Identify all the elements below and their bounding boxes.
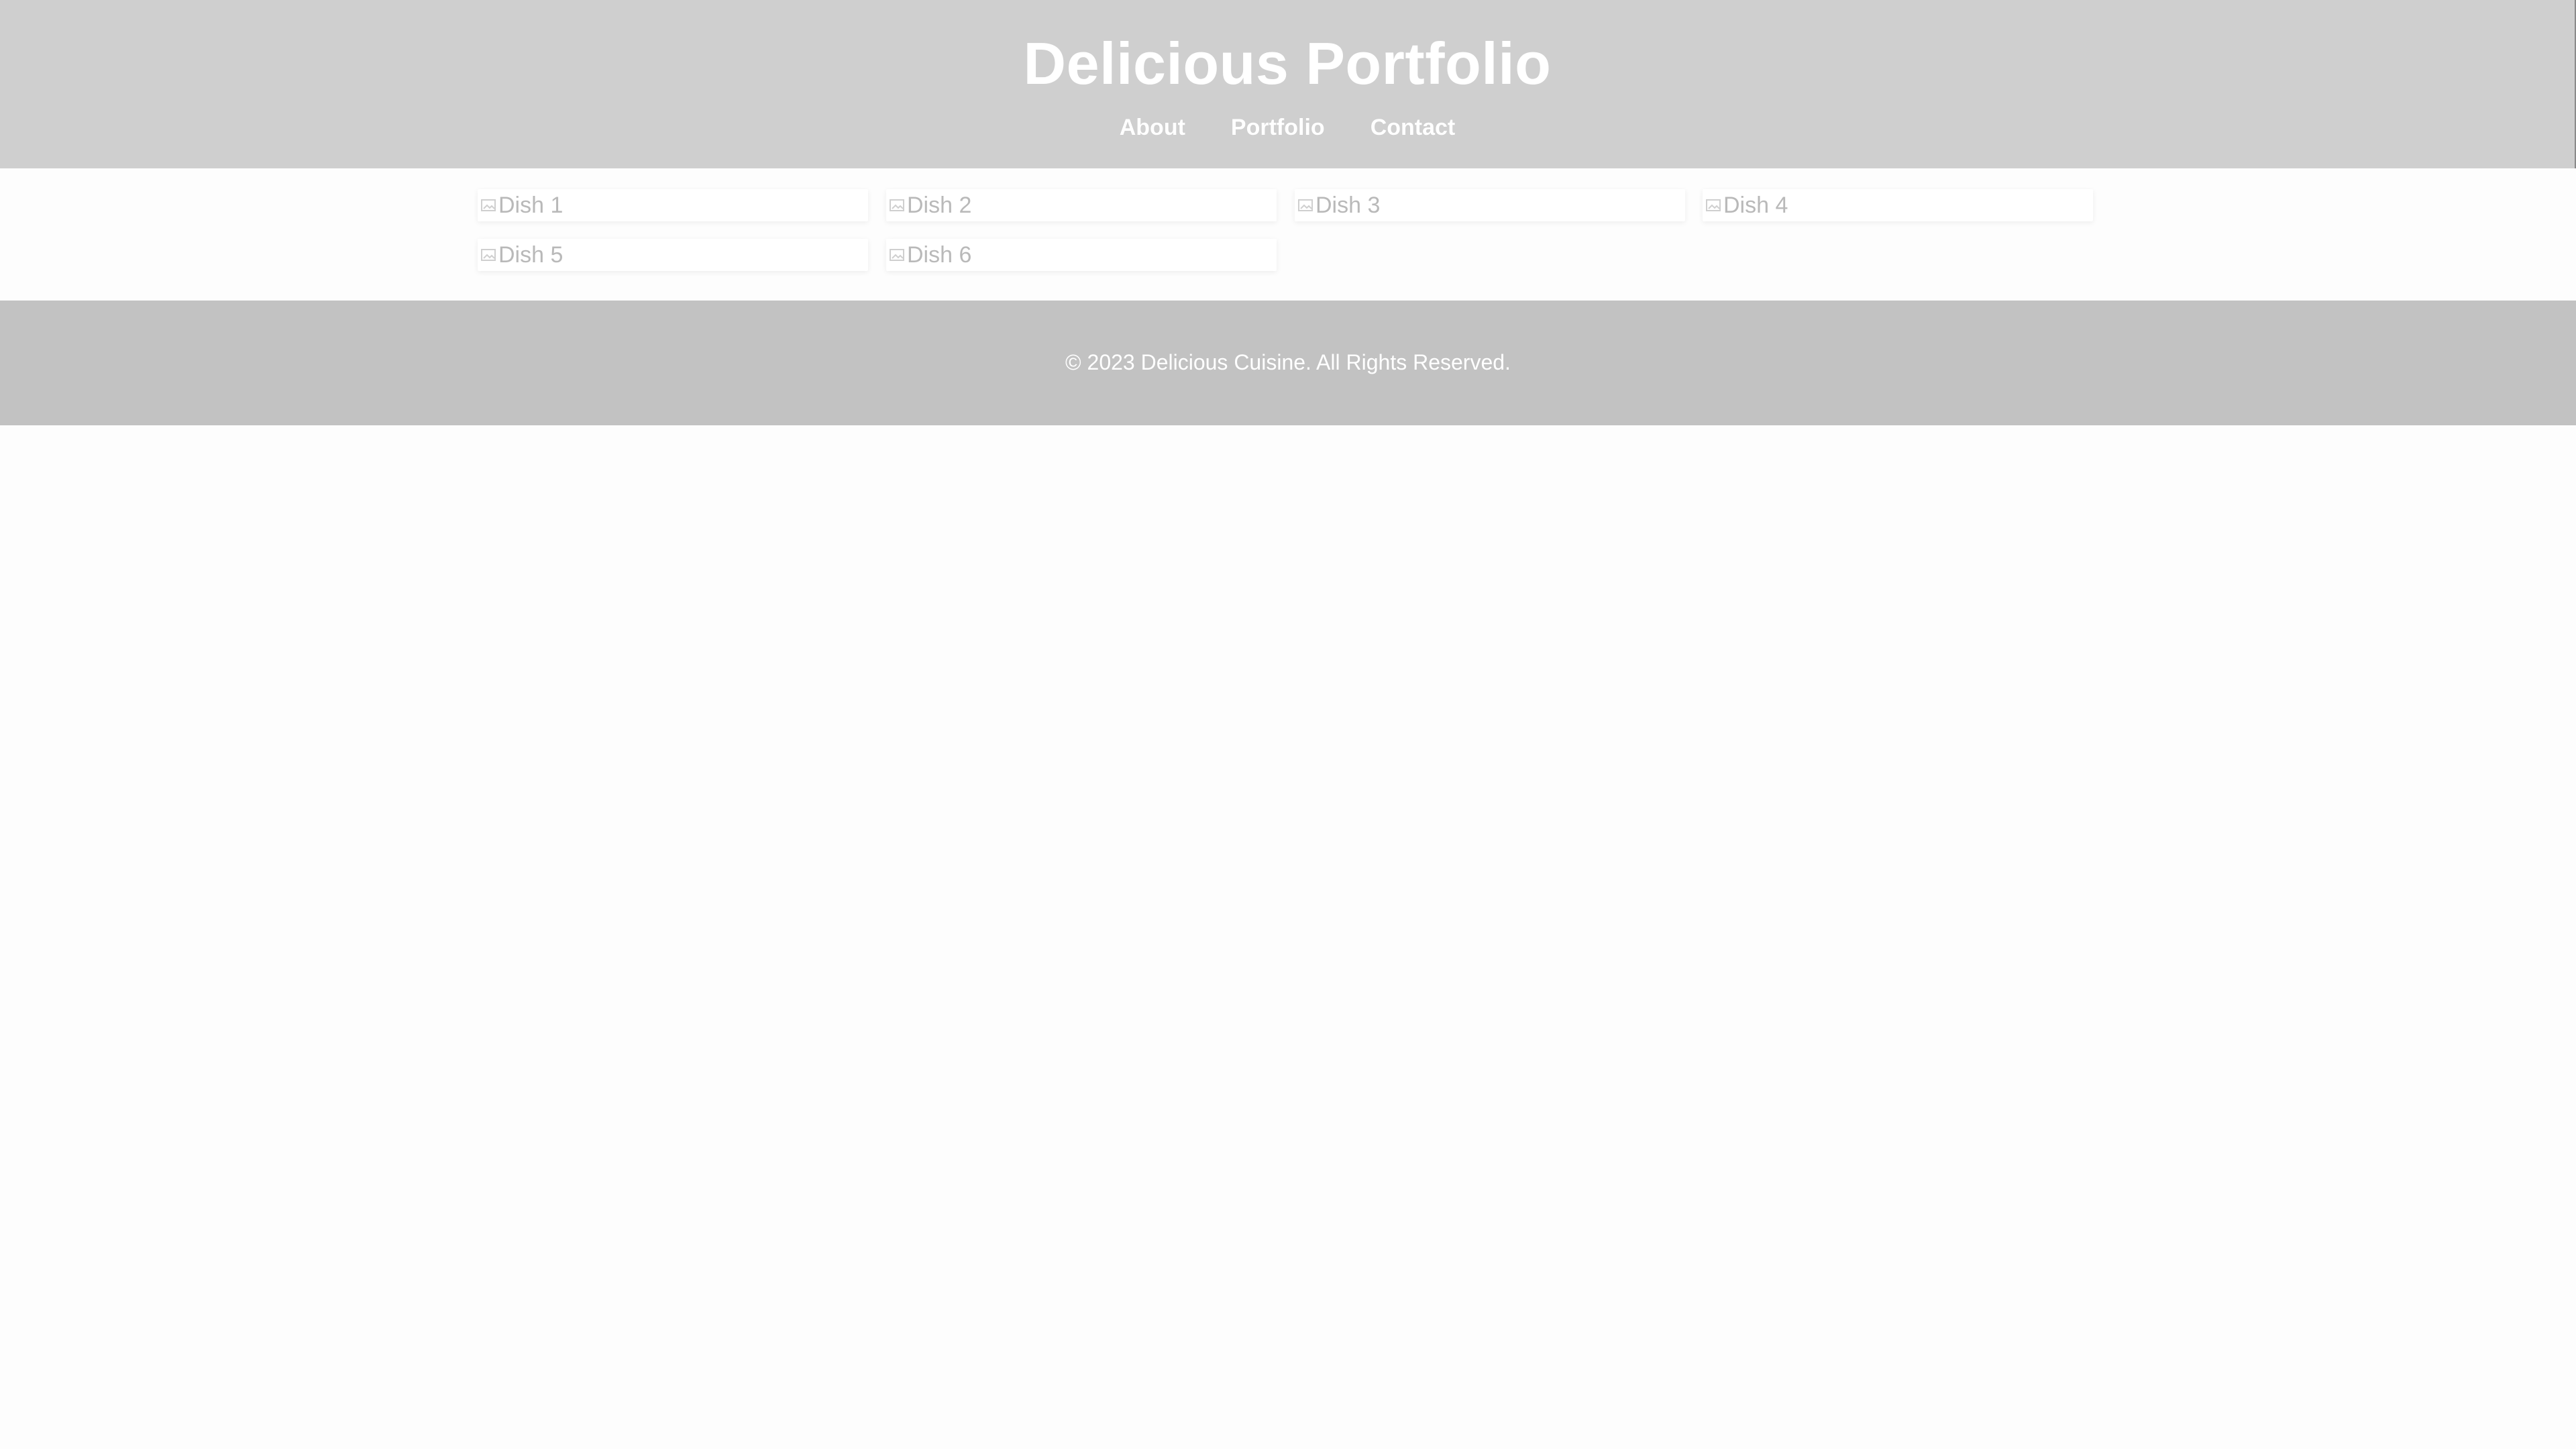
main-nav: About Portfolio Contact <box>0 111 2575 144</box>
nav-link-portfolio[interactable]: Portfolio <box>1231 111 1325 144</box>
dish-card-4[interactable]: Dish 4 <box>1703 189 2093 221</box>
site-footer: © 2023 Delicious Cuisine. All Rights Res… <box>0 301 2576 425</box>
nav-link-contact[interactable]: Contact <box>1371 111 1456 144</box>
broken-image-icon <box>1297 197 1314 214</box>
dish-image-alt: Dish 1 <box>498 193 564 218</box>
dish-image-alt: Dish 6 <box>907 242 972 268</box>
dish-image-alt: Dish 5 <box>498 242 564 268</box>
footer-copyright: © 2023 Delicious Cuisine. All Rights Res… <box>1065 350 1511 374</box>
broken-image-icon <box>888 197 906 214</box>
broken-image-icon <box>480 197 497 214</box>
dish-image-alt: Dish 3 <box>1316 193 1381 218</box>
broken-image-icon <box>888 246 906 264</box>
dish-card-1[interactable]: Dish 1 <box>478 189 868 221</box>
site-title: Delicious Portfolio <box>1023 30 1552 97</box>
site-header: Delicious Portfolio About Portfolio Cont… <box>0 0 2576 168</box>
broken-image-icon <box>480 246 497 264</box>
dish-image-alt: Dish 2 <box>907 193 972 218</box>
dish-card-2[interactable]: Dish 2 <box>886 189 1277 221</box>
broken-image-icon <box>1705 197 1722 214</box>
dish-card-6[interactable]: Dish 6 <box>886 239 1277 271</box>
dish-card-5[interactable]: Dish 5 <box>478 239 868 271</box>
dish-card-3[interactable]: Dish 3 <box>1295 189 1685 221</box>
dish-image-alt: Dish 4 <box>1723 193 1788 218</box>
nav-link-about[interactable]: About <box>1120 111 1185 144</box>
portfolio-grid: Dish 1 Dish 2 Dish 3 Dish 4 Dish 5 Dish … <box>478 189 2098 271</box>
